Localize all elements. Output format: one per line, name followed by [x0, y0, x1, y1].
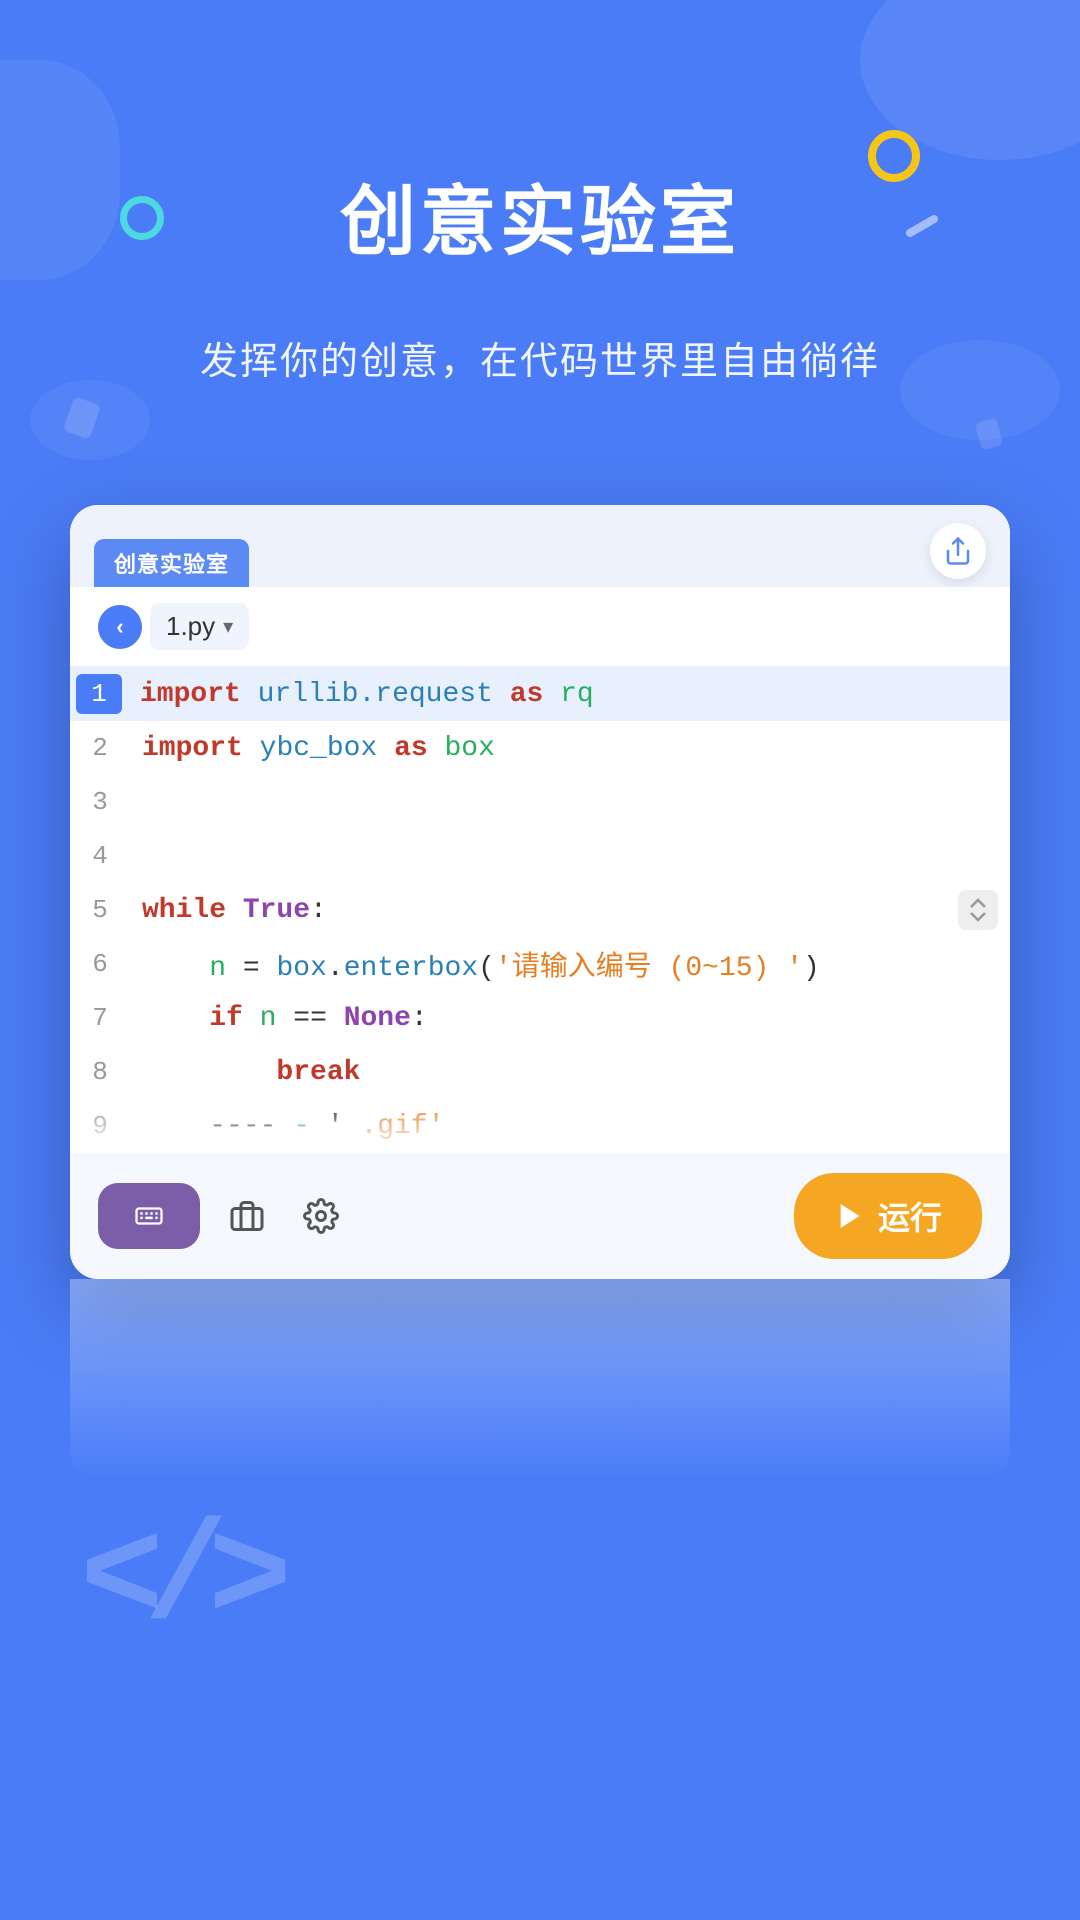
- line-content-8: break: [130, 1057, 1010, 1088]
- code-line-2: 2 import ybc_box as box: [70, 721, 1010, 775]
- code-line-6: 6 n = box.enterbox('请输入编号 (0~15) '): [70, 937, 1010, 991]
- page-title: 创意实验室: [340, 160, 740, 270]
- line-number-7: 7: [70, 1003, 130, 1033]
- scrollbar-handle[interactable]: [958, 890, 998, 930]
- line-number-3: 3: [70, 787, 130, 817]
- line-content-2: import ybc_box as box: [130, 733, 1010, 764]
- code-line-5: 5 while True:: [70, 883, 1010, 937]
- back-icon: ‹: [116, 614, 123, 640]
- share-icon: [943, 536, 973, 566]
- run-button[interactable]: 运行: [794, 1173, 982, 1259]
- deco-code-brackets: </>: [80, 1501, 272, 1660]
- line-number-6: 6: [70, 949, 130, 979]
- line-number-2: 2: [70, 733, 130, 763]
- line-number-8: 8: [70, 1057, 130, 1087]
- code-line-4: 4: [70, 829, 1010, 883]
- code-line-9: 9 ---- - ' .gif': [70, 1099, 1010, 1153]
- line-content-9: ---- - ' .gif': [130, 1111, 1010, 1142]
- editor-card: 创意实验室 ‹ 1.py ▾ 1: [70, 505, 1010, 1279]
- run-icon: [834, 1200, 866, 1232]
- file-selector[interactable]: 1.py ▾: [150, 603, 249, 650]
- keyboard-button[interactable]: [98, 1183, 200, 1249]
- bottom-toolbar: 运行: [70, 1153, 1010, 1279]
- subtitle: 发挥你的创意，在代码世界里自由徜徉: [200, 330, 880, 385]
- briefcase-icon: [229, 1198, 265, 1234]
- card-topbar: 创意实验室: [70, 505, 1010, 587]
- code-line-8: 8 break: [70, 1045, 1010, 1099]
- card-reflection: [70, 1279, 1010, 1479]
- line-content-5: while True:: [130, 895, 1010, 926]
- line-content-1: import urllib.request as rq: [128, 679, 1010, 710]
- file-name: 1.py: [166, 611, 215, 642]
- back-button[interactable]: ‹: [98, 605, 142, 649]
- line-number-4: 4: [70, 841, 130, 871]
- settings-button[interactable]: [294, 1189, 348, 1243]
- line-number-5: 5: [70, 895, 130, 925]
- main-content: 创意实验室 发挥你的创意，在代码世界里自由徜徉 创意实验室 ‹ 1.py ▾: [0, 0, 1080, 1479]
- line-number-9: 9: [70, 1111, 130, 1141]
- keyboard-icon: [130, 1201, 168, 1231]
- code-line-1: 1 import urllib.request as rq: [70, 667, 1010, 721]
- reflection-inner: [70, 1279, 1010, 1479]
- left-tools: [98, 1183, 348, 1249]
- line-content-6: n = box.enterbox('请输入编号 (0~15) '): [130, 944, 1010, 984]
- tab-label[interactable]: 创意实验室: [94, 539, 249, 587]
- scrollbar-arrows-icon: [966, 898, 990, 922]
- briefcase-button[interactable]: [220, 1189, 274, 1243]
- code-line-7: 7 if n == None:: [70, 991, 1010, 1045]
- code-line-3: 3: [70, 775, 1010, 829]
- settings-icon: [303, 1198, 339, 1234]
- file-row: ‹ 1.py ▾: [70, 587, 1010, 667]
- chevron-down-icon: ▾: [223, 614, 233, 639]
- share-button[interactable]: [930, 523, 986, 579]
- code-editor-area[interactable]: 1 import urllib.request as rq 2 import y…: [70, 667, 1010, 1153]
- line-content-7: if n == None:: [130, 1003, 1010, 1034]
- line-number-1: 1: [76, 674, 122, 714]
- run-label: 运行: [878, 1193, 942, 1239]
